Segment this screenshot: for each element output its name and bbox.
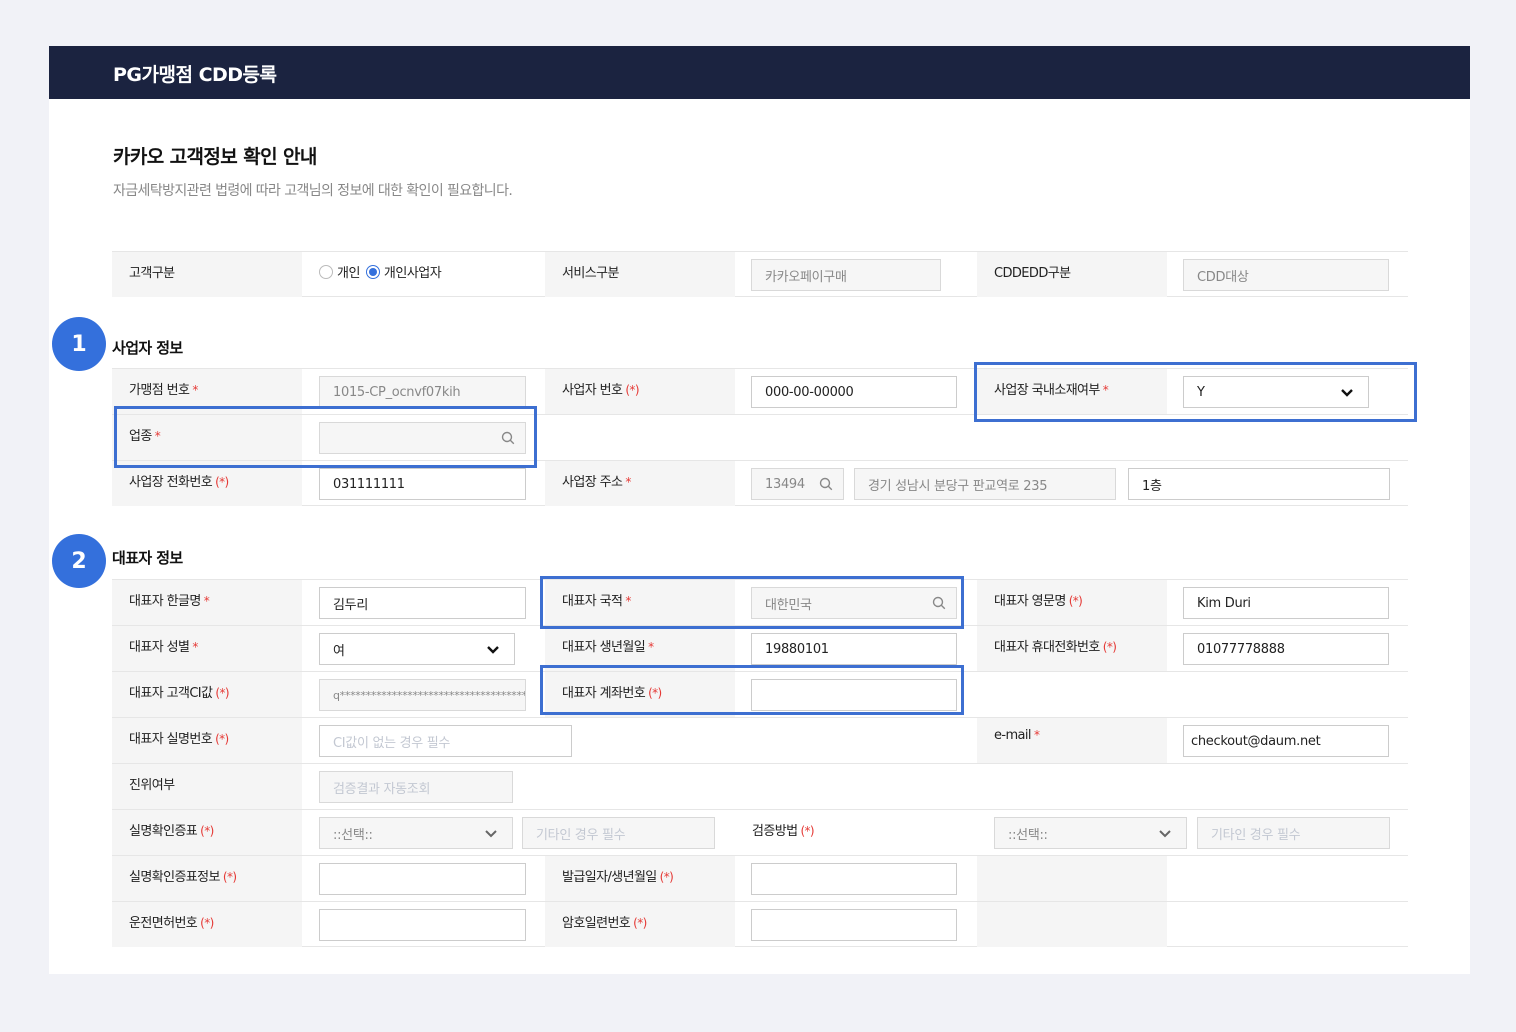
chevron-down-icon (487, 646, 499, 654)
page-subtitle: 자금세탁방지관련 법령에 따라 고객님의 정보에 대한 확인이 필요합니다. (113, 183, 513, 199)
cdd-type-field: CDD대상 (1183, 259, 1389, 291)
radio-sole-proprietor[interactable] (365, 264, 380, 279)
chevron-down-icon (485, 830, 497, 838)
section-badge-1: 1 (52, 317, 106, 371)
id-doc-label: 실명확인증표 (*) (112, 810, 302, 855)
service-type-label: 서비스구분 (545, 252, 735, 297)
section-badge-2: 2 (52, 534, 106, 588)
address-field: 경기 성남시 분당구 판교역로 235 (854, 468, 1116, 500)
radio-individual[interactable] (319, 264, 333, 279)
cdd-type-label: CDDEDD구분 (977, 252, 1167, 297)
rep-realname-input[interactable]: CI값이 없는 경우 필수 (319, 725, 572, 757)
rep-name-ko-input[interactable]: 김두리 (319, 587, 526, 619)
biz-no-label: 사업자 번호 (*) (545, 369, 735, 414)
page-title: 카카오 고객정보 확인 안내 (113, 146, 317, 168)
cdd-form-panel: PG가맹점 CDD등록 카카오 고객정보 확인 안내 자금세탁방지관련 법령에 … (49, 46, 1470, 974)
rep-gender-select[interactable]: 여 (319, 633, 515, 665)
id-doc-info-input[interactable] (319, 863, 526, 895)
email-input[interactable]: checkout@daum.net (1183, 725, 1389, 757)
verify-other-input[interactable]: 기타인 경우 필수 (1197, 817, 1390, 849)
radio-sole-proprietor-label[interactable]: 개인사업자 (384, 262, 442, 281)
rep-ci-field: q************************************** (319, 679, 526, 711)
highlight-nationality (540, 576, 964, 629)
radio-individual-label[interactable]: 개인 (337, 262, 360, 281)
rep-mobile-label: 대표자 휴대전화번호 (*) (977, 626, 1167, 671)
serial-input[interactable] (751, 909, 957, 941)
id-doc-other-input[interactable]: 기타인 경우 필수 (522, 817, 715, 849)
customer-type-label: 고객구분 (112, 252, 302, 297)
license-label: 운전면허번호 (*) (112, 902, 302, 947)
rep-mobile-input[interactable]: 01077778888 (1183, 633, 1389, 665)
header-title: PG가맹점 CDD등록 (113, 64, 277, 86)
rep-row-8: 운전면허번호 (*) 암호일련번호 (*) (112, 901, 1408, 947)
merchant-no-field: 1015-CP_ocnvf07kih (319, 376, 526, 408)
rep-ci-label: 대표자 고객CI값 (*) (112, 672, 302, 717)
rep-realname-label: 대표자 실명번호 (*) (112, 718, 302, 763)
email-label: e-mail * (977, 718, 1167, 763)
rep-row-5: 진위여부 검증결과 자동조회 (112, 763, 1408, 809)
id-doc-info-label: 실명확인증표정보 (*) (112, 856, 302, 901)
license-input[interactable] (319, 909, 526, 941)
empty-label-cell (977, 902, 1167, 947)
rep-name-ko-label: 대표자 한글명 * (112, 580, 302, 625)
biz-no-input[interactable]: 000-00-00000 (751, 376, 957, 408)
rep-name-en-input[interactable]: Kim Duri (1183, 587, 1389, 619)
rep-birth-input[interactable]: 19880101 (751, 633, 957, 665)
rep-row-6: 실명확인증표 (*) ::선택:: 기타인 경우 필수 검증방법 (*) ::선택:… (112, 809, 1408, 855)
authenticity-label: 진위여부 (112, 764, 302, 809)
service-type-field: 카카오페이구매 (751, 259, 941, 291)
biz-address-label: 사업장 주소 * (545, 461, 735, 506)
authenticity-field: 검증결과 자동조회 (319, 771, 513, 803)
biz-phone-input[interactable]: 031111111 (319, 468, 526, 500)
empty-label-cell (977, 856, 1167, 901)
verify-method-select[interactable]: ::선택:: (994, 817, 1187, 849)
highlight-account (540, 665, 964, 715)
address-detail-input[interactable]: 1층 (1128, 468, 1390, 500)
rep-gender-label: 대표자 성별 * (112, 626, 302, 671)
customer-type-radio-group: 개인 개인사업자 (319, 262, 442, 281)
rep-row-4: 대표자 실명번호 (*) CI값이 없는 경우 필수 e-mail * checko… (112, 717, 1408, 763)
customer-type-row: 고객구분 개인 개인사업자 서비스구분 카카오페이구매 CDDEDD구분 CDD… (112, 251, 1408, 297)
serial-label: 암호일련번호 (*) (545, 902, 735, 947)
zip-code-field[interactable]: 13494 (751, 468, 844, 500)
issue-date-input[interactable] (751, 863, 957, 895)
id-doc-select[interactable]: ::선택:: (319, 817, 513, 849)
highlight-industry (114, 406, 537, 468)
header-bar: PG가맹점 CDD등록 (49, 46, 1470, 99)
rep-name-en-label: 대표자 영문명 (*) (977, 580, 1167, 625)
highlight-domestic (974, 362, 1417, 422)
rep-row-7: 실명확인증표정보 (*) 발급일자/생년월일 (*) (112, 855, 1408, 901)
search-icon[interactable] (819, 477, 833, 491)
rep-section-title: 대표자 정보 (112, 549, 183, 567)
issue-date-label: 발급일자/생년월일 (*) (545, 856, 735, 901)
business-section-title: 사업자 정보 (112, 339, 183, 357)
verify-method-label: 검증방법 (*) (735, 810, 977, 855)
chevron-down-icon (1159, 830, 1171, 838)
